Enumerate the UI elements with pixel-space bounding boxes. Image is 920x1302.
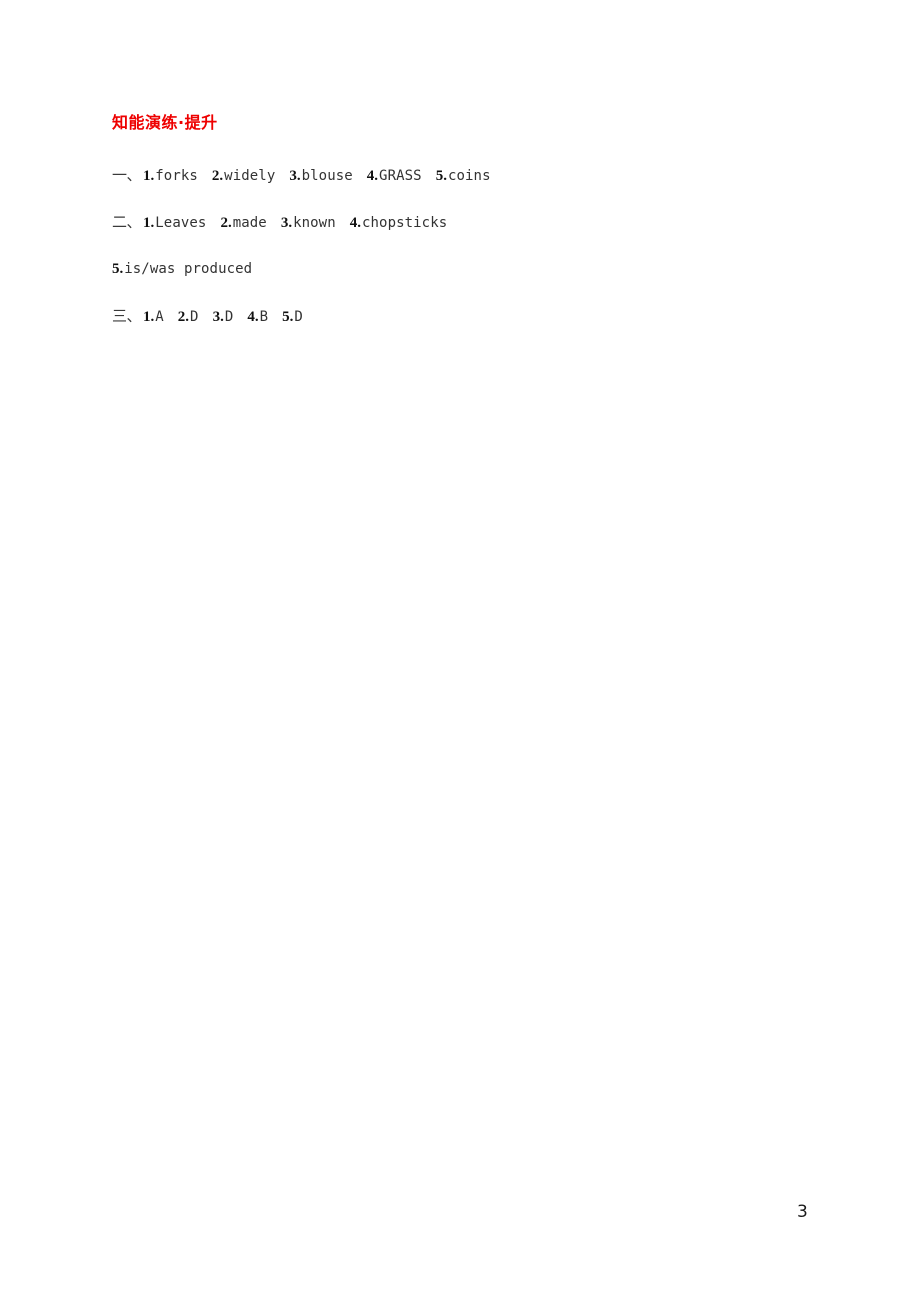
answer-group-marker: 二、 bbox=[112, 213, 142, 231]
answer-item: 1.Leaves bbox=[143, 211, 206, 235]
answer-item-number: 2. bbox=[220, 215, 232, 231]
answer-item: 1.A bbox=[143, 305, 164, 329]
answer-item-value: D bbox=[294, 309, 303, 325]
answer-item-number: 1. bbox=[143, 168, 155, 184]
answer-item-number: 1. bbox=[143, 309, 155, 325]
answer-item-number: 4. bbox=[349, 215, 361, 231]
answer-item-number: 5. bbox=[112, 261, 124, 277]
answer-item-value: blouse bbox=[301, 168, 353, 184]
answer-item: 5.D bbox=[282, 305, 303, 329]
answer-item: 5.coins bbox=[436, 164, 491, 188]
answer-item: 3.D bbox=[213, 305, 234, 329]
answer-item-number: 3. bbox=[280, 215, 293, 231]
answer-item-value: GRASS bbox=[379, 168, 422, 184]
answer-line: 5.is/was produced bbox=[112, 257, 812, 304]
answer-line: 三、 1.A 2.D 3.D 4.B 5.D bbox=[112, 304, 812, 351]
answer-line: 一、 1.forks 2.widely 3.blouse 4.GRASS 5.coins bbox=[112, 163, 812, 210]
answer-item-number: 5. bbox=[282, 309, 294, 325]
answer-item-value: Leaves bbox=[155, 215, 207, 231]
answer-item-number: 3. bbox=[212, 309, 224, 325]
answer-item: 4.chopsticks bbox=[350, 211, 448, 235]
answer-line: 二、 1.Leaves 2.made 3.known 4.chopsticks bbox=[112, 210, 812, 257]
answer-item: 3.blouse bbox=[289, 164, 352, 188]
answer-item: 3.known bbox=[281, 211, 336, 235]
answer-item: 2.made bbox=[220, 211, 266, 235]
answer-item-number: 1. bbox=[143, 215, 155, 231]
answer-item-value: chopsticks bbox=[361, 215, 448, 231]
answer-group-marker: 三、 bbox=[112, 307, 142, 325]
answer-item: 2.D bbox=[178, 305, 199, 329]
answer-item-number: 2. bbox=[211, 168, 224, 184]
answer-item-value: widely bbox=[224, 168, 276, 184]
document-page: 知能演练·提升 一、 1.forks 2.widely 3.blouse 4.GRASS… bbox=[0, 0, 920, 1302]
answer-item-value: is/was produced bbox=[124, 261, 253, 277]
answer-item-value: D bbox=[224, 309, 234, 325]
answer-item-number: 5. bbox=[435, 168, 447, 184]
answer-item-value: A bbox=[155, 309, 164, 325]
answer-item-value: D bbox=[190, 309, 199, 325]
answer-key-list: 一、 1.forks 2.widely 3.blouse 4.GRASS 5.coins 二… bbox=[112, 163, 812, 351]
answer-item: 4.GRASS bbox=[367, 164, 422, 188]
answer-group-marker: 一、 bbox=[112, 166, 142, 184]
section-title: 知能演练·提升 bbox=[112, 113, 218, 132]
answer-item: 4.B bbox=[247, 305, 268, 329]
answer-item: 1.forks bbox=[143, 164, 198, 188]
page-number: 3 bbox=[797, 1202, 808, 1222]
answer-item: 5.is/was produced bbox=[112, 257, 252, 281]
answer-item-value: B bbox=[259, 309, 269, 325]
answer-item-value: known bbox=[293, 215, 336, 231]
answer-item-value: coins bbox=[447, 168, 491, 184]
answer-item-number: 2. bbox=[177, 309, 190, 325]
answer-item-number: 3. bbox=[289, 168, 301, 184]
answer-item-number: 4. bbox=[366, 168, 379, 184]
answer-item: 2.widely bbox=[212, 164, 275, 188]
answer-item-number: 4. bbox=[247, 309, 259, 325]
answer-item-value: forks bbox=[155, 168, 198, 184]
answer-item-value: made bbox=[232, 215, 267, 231]
